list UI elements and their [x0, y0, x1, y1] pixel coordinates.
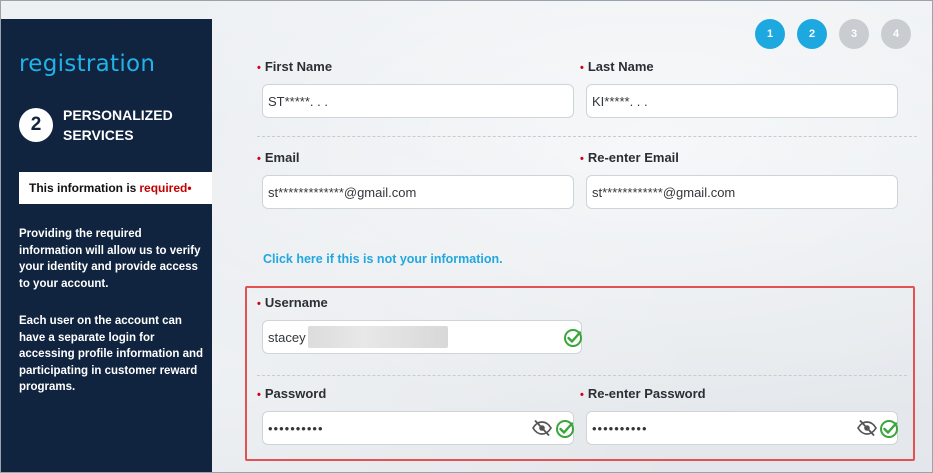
registration-window: registration 2 PERSONALIZED SERVICES Thi… — [0, 0, 933, 473]
reenter-password-field[interactable]: •••••••••• — [586, 411, 898, 445]
reenter-email-label: • Re-enter Email — [580, 150, 679, 165]
required-dot: • — [257, 153, 261, 165]
reenter-password-label: • Re-enter Password — [580, 386, 706, 401]
section-divider — [257, 136, 917, 137]
password-label: • Password — [257, 386, 326, 401]
required-notice-prefix: This information is — [29, 181, 137, 195]
username-field[interactable]: stacey — [262, 320, 582, 354]
first-name-value: ST*****. . . — [268, 93, 328, 109]
check-circle-icon — [556, 420, 574, 438]
required-notice: This information is required • — [19, 172, 212, 204]
email-value: st*************@gmail.com — [268, 184, 417, 200]
username-redaction — [307, 326, 448, 348]
sidebar-paragraph-identity: Providing the required information will … — [19, 228, 201, 290]
required-dot: • — [257, 62, 261, 74]
email-label: • Email — [257, 150, 300, 165]
reenter-email-field[interactable]: st************@gmail.com — [586, 175, 898, 209]
progress-step-3: 3 — [839, 19, 869, 49]
progress-step-4: 4 — [881, 19, 911, 49]
username-label-text: Username — [264, 295, 328, 310]
required-dot: • — [580, 389, 584, 401]
check-circle-icon — [564, 329, 582, 347]
last-name-label: • Last Name — [580, 59, 654, 74]
section-divider — [257, 375, 907, 376]
reenter-password-visibility-toggle[interactable] — [857, 419, 877, 437]
reenter-password-label-text: Re-enter Password — [587, 386, 706, 401]
check-circle-icon — [880, 420, 898, 438]
last-name-label-text: Last Name — [587, 59, 654, 74]
brand-title: registration — [19, 51, 156, 77]
password-label-text: Password — [264, 386, 327, 401]
password-field[interactable]: •••••••••• — [262, 411, 574, 445]
username-valid-check — [563, 328, 583, 348]
password-visibility-toggle[interactable] — [532, 419, 552, 437]
last-name-field[interactable]: KI*****. . . — [586, 84, 898, 118]
required-dot: • — [257, 389, 261, 401]
required-dot: • — [257, 298, 261, 310]
reenter-password-value: •••••••••• — [592, 420, 648, 436]
reenter-password-valid-check — [879, 419, 899, 439]
password-value: •••••••••• — [268, 420, 324, 436]
sidebar-paragraph-logins: Each user on the account can have a sepa… — [19, 315, 204, 393]
username-label: • Username — [257, 295, 328, 310]
password-valid-check — [555, 419, 575, 439]
first-name-label: • First Name — [257, 59, 332, 74]
first-name-field[interactable]: ST*****. . . — [262, 84, 574, 118]
required-notice-mark: • — [187, 181, 192, 195]
reenter-email-label-text: Re-enter Email — [587, 150, 679, 165]
last-name-value: KI*****. . . — [592, 93, 648, 109]
progress-step-1: 1 — [755, 19, 785, 49]
progress-step-2: 2 — [797, 19, 827, 49]
step-title: PERSONALIZED SERVICES — [63, 107, 173, 143]
not-your-information-link[interactable]: Click here if this is not your informati… — [263, 252, 503, 266]
required-dot: • — [580, 62, 584, 74]
username-value: stacey — [268, 329, 306, 345]
eye-slash-icon[interactable] — [532, 419, 552, 437]
required-dot: • — [580, 153, 584, 165]
reenter-email-value: st************@gmail.com — [592, 184, 736, 200]
sidebar: registration 2 PERSONALIZED SERVICES Thi… — [1, 19, 212, 472]
first-name-label-text: First Name — [264, 59, 333, 74]
email-field[interactable]: st*************@gmail.com — [262, 175, 574, 209]
step-number-badge: 2 — [19, 108, 53, 142]
required-notice-word: required — [139, 181, 188, 195]
eye-slash-icon[interactable] — [857, 419, 877, 437]
email-label-text: Email — [264, 150, 300, 165]
